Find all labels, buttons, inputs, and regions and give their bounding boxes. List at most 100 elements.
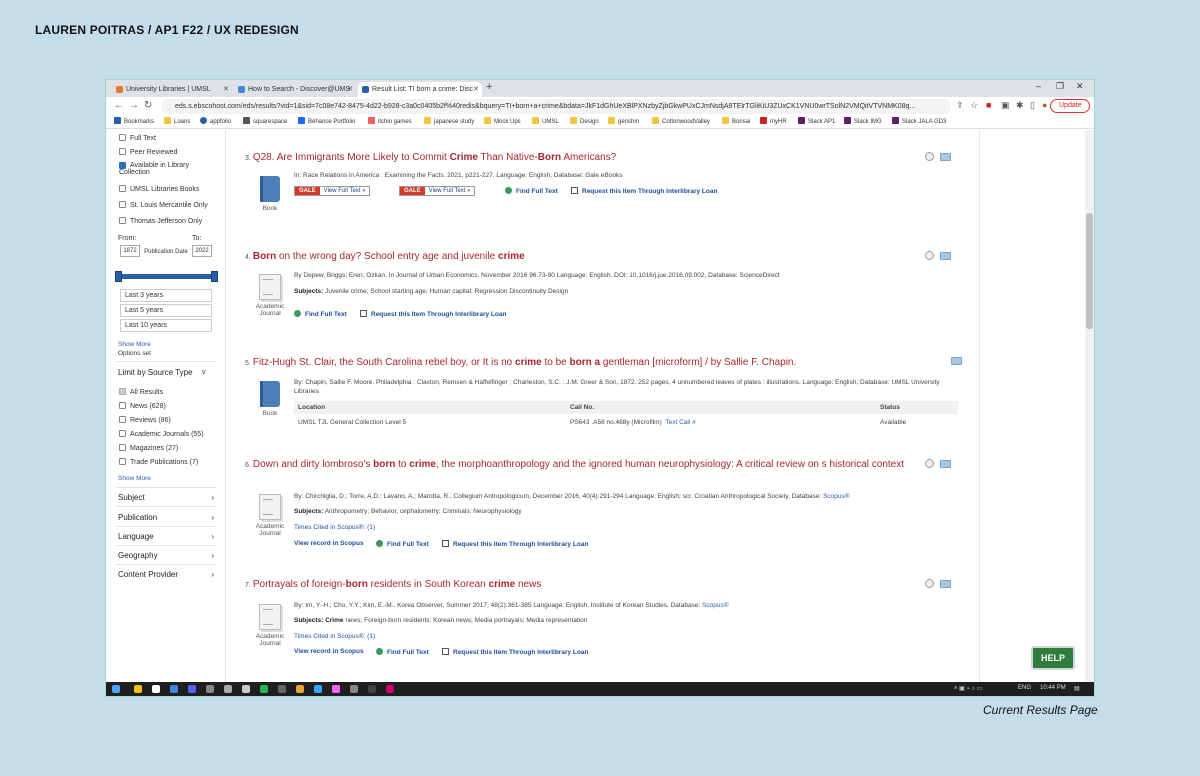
chrome-icon[interactable] xyxy=(296,685,304,693)
facet-subject[interactable]: Subject › xyxy=(118,493,214,502)
result-title[interactable]: 5. Fitz-Hugh St. Clair, the South Carolin… xyxy=(245,357,796,368)
request-ill-link[interactable]: Request this Item Through Interlibrary L… xyxy=(360,310,506,318)
facet-content-provider[interactable]: Content Provider › xyxy=(118,570,214,579)
preview-icon[interactable] xyxy=(925,459,934,468)
find-full-text-link[interactable]: Find Full Text xyxy=(376,540,429,548)
filter-umsl-books[interactable]: UMSL Libraries Books xyxy=(119,185,199,193)
sidepanel-icon[interactable]: ▯ xyxy=(1030,100,1035,111)
bookmark-item[interactable]: Mock Ups xyxy=(484,117,521,125)
filter-mercantile[interactable]: St. Louis Mercantile Only xyxy=(119,201,208,209)
view-in-scopus-link[interactable]: View record in Scopus xyxy=(294,540,364,547)
date-from-input[interactable]: 1872 xyxy=(120,245,140,257)
clock[interactable]: 10:44 PM xyxy=(1040,685,1066,691)
checkbox[interactable] xyxy=(119,201,126,208)
date-range-slider[interactable] xyxy=(117,274,218,279)
preview-icon[interactable] xyxy=(925,152,934,161)
checkbox[interactable] xyxy=(119,148,126,155)
checkbox[interactable] xyxy=(119,416,126,423)
minimize-icon[interactable]: – xyxy=(1036,81,1041,91)
facet-language[interactable]: Language › xyxy=(118,532,214,541)
app-icon[interactable] xyxy=(350,685,358,693)
tab-university-libraries[interactable]: University Libraries | UMSL ✕ xyxy=(112,82,232,97)
source-type-heading[interactable]: Limit by Source Type ˅ xyxy=(118,368,214,377)
close-tab-icon[interactable]: ✕ xyxy=(473,82,479,97)
bookmark-item[interactable]: Slack IMG xyxy=(844,117,882,125)
update-button[interactable]: Update xyxy=(1050,99,1090,113)
range-last-3-years[interactable]: Last 3 years xyxy=(120,289,212,302)
find-full-text-link[interactable]: Find Full Text xyxy=(294,310,347,318)
tray-icons[interactable]: ˄ ▣ ⌁ ♪ ▭ xyxy=(954,685,982,692)
show-more-link[interactable]: Show More xyxy=(118,475,151,482)
app-icon[interactable] xyxy=(368,685,376,693)
checkbox[interactable] xyxy=(119,458,126,465)
filter-peer-reviewed[interactable]: Peer Reviewed xyxy=(119,148,177,156)
times-cited-link[interactable]: Times Cited in Scopus®: (1) xyxy=(294,633,375,640)
add-to-folder-icon[interactable] xyxy=(940,460,951,468)
filter-full-text[interactable]: Full Text xyxy=(119,134,156,142)
extension2-icon[interactable]: ▣ xyxy=(1001,100,1010,111)
file-explorer-icon[interactable] xyxy=(134,685,142,693)
language-indicator[interactable]: ENG xyxy=(1018,685,1031,691)
result-title[interactable]: 6. Down and dirty lombroso's born to crim… xyxy=(245,459,905,472)
app-icon[interactable] xyxy=(206,685,214,693)
source-academic-journals[interactable]: Academic Journals (55) xyxy=(119,430,204,438)
scopus-link[interactable]: Scopus® xyxy=(823,493,849,500)
bookmark-item[interactable]: Bonsai xyxy=(722,117,750,125)
checkbox[interactable] xyxy=(119,430,126,437)
close-window-icon[interactable]: ✕ xyxy=(1076,81,1084,92)
bookmark-item[interactable]: Behance Portfolio xyxy=(298,117,355,125)
filter-available-in-library[interactable]: Available in Library Collection xyxy=(119,162,209,176)
source-trade-publications[interactable]: Trade Publications (7) xyxy=(119,458,198,466)
forward-icon[interactable]: → xyxy=(129,100,139,111)
discord-icon[interactable] xyxy=(188,685,196,693)
close-tab-icon[interactable]: ✕ xyxy=(347,82,353,97)
address-bar[interactable]: eds.s.ebscohost.com/eds/results?vid=1&si… xyxy=(161,99,951,114)
checkbox[interactable] xyxy=(119,134,126,141)
new-tab-icon[interactable]: + xyxy=(486,81,492,93)
profile-avatar-icon[interactable]: ● xyxy=(1042,100,1047,110)
bookmark-item[interactable]: Design xyxy=(570,117,599,125)
range-last-5-years[interactable]: Last 5 years xyxy=(120,304,212,317)
help-button[interactable]: HELP xyxy=(1031,646,1075,670)
tab-result-list[interactable]: Result List: TI born a crime: Disc ✕ xyxy=(358,82,482,97)
reload-icon[interactable]: ↻ xyxy=(144,100,152,111)
bookmark-item[interactable]: itchio games xyxy=(368,117,412,125)
bookmark-item[interactable]: CottonwoodValley xyxy=(652,117,710,125)
source-news[interactable]: News (628) xyxy=(119,402,166,410)
result-title[interactable]: 3. Q28. Are Immigrants More Likely to Com… xyxy=(245,152,616,163)
start-icon[interactable] xyxy=(112,685,120,693)
add-to-folder-icon[interactable] xyxy=(940,153,951,161)
gale-view-full-text-button[interactable]: GALE View Full Text » xyxy=(399,186,476,196)
app-icon[interactable] xyxy=(386,685,394,693)
request-ill-link[interactable]: Request this Item Through Interlibrary L… xyxy=(442,540,588,548)
add-to-folder-icon[interactable] xyxy=(940,252,951,260)
notification-icon[interactable]: ▤ xyxy=(1074,685,1080,692)
checkbox-checked[interactable] xyxy=(119,162,126,169)
scrollbar[interactable] xyxy=(1085,130,1094,682)
checkbox[interactable] xyxy=(119,402,126,409)
range-last-10-years[interactable]: Last 10 years xyxy=(120,319,212,332)
close-tab-icon[interactable]: ✕ xyxy=(223,82,229,97)
scopus-link[interactable]: Scopus® xyxy=(702,602,728,609)
app-icon[interactable] xyxy=(242,685,250,693)
facet-geography[interactable]: Geography › xyxy=(118,551,214,560)
times-cited-link[interactable]: Times Cited in Scopus®: (1) xyxy=(294,524,375,531)
view-in-scopus-link[interactable]: View record in Scopus xyxy=(294,648,364,655)
app-icon[interactable] xyxy=(224,685,232,693)
bookmark-item[interactable]: squarespace xyxy=(243,117,287,125)
back-icon[interactable]: ← xyxy=(114,100,124,111)
maximize-icon[interactable]: ❐ xyxy=(1056,81,1064,92)
bookmark-item[interactable]: Slack AP1 xyxy=(798,117,835,125)
app-icon[interactable] xyxy=(278,685,286,693)
text-call-link[interactable]: Text Call # xyxy=(665,419,695,426)
source-reviews[interactable]: Reviews (86) xyxy=(119,416,171,424)
bookmark-star-icon[interactable]: ☆ xyxy=(970,100,978,111)
preview-icon[interactable] xyxy=(925,579,934,588)
bookmark-item[interactable]: Slack JALA GD3 xyxy=(892,117,946,125)
slider-handle-left[interactable] xyxy=(115,271,122,282)
request-ill-link[interactable]: Request this Item Through Interlibrary L… xyxy=(442,648,588,656)
add-to-folder-icon[interactable] xyxy=(951,357,962,365)
preview-icon[interactable] xyxy=(925,251,934,260)
result-title[interactable]: 4. Born on the wrong day? School entry ag… xyxy=(245,251,525,262)
find-full-text-link[interactable]: Find Full Text xyxy=(505,187,558,195)
